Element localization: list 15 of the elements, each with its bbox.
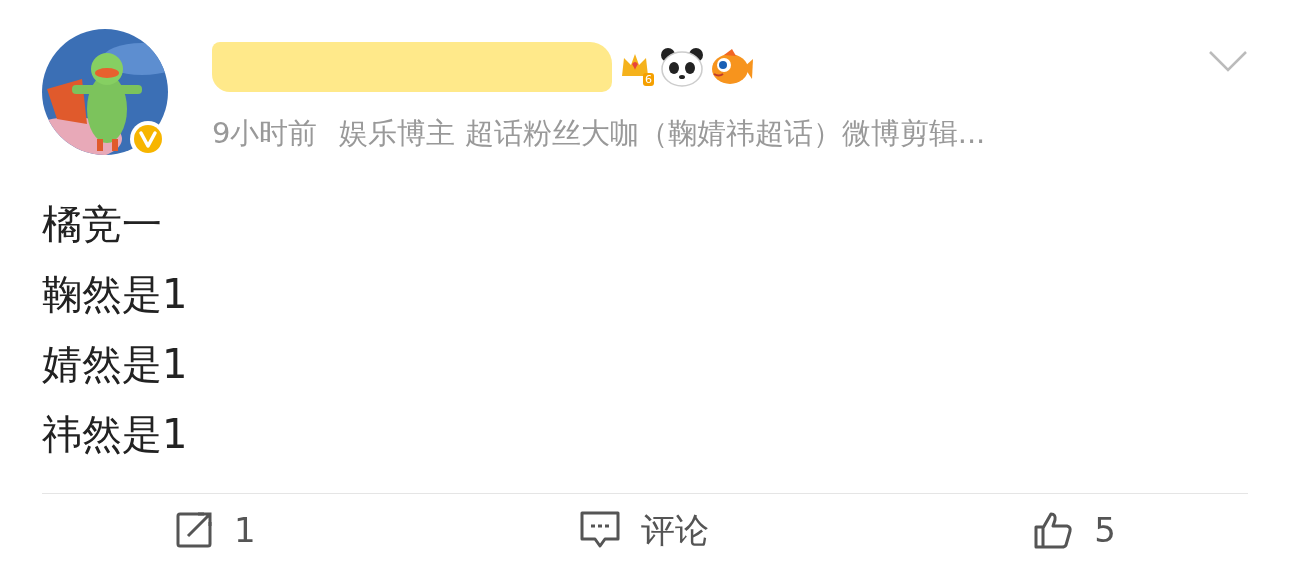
- share-icon: [174, 510, 214, 550]
- thumbs-up-icon: [1032, 510, 1075, 550]
- post-time: 9小时前: [212, 115, 318, 151]
- post-text: 祎然是1: [42, 410, 188, 459]
- post-text: 橘竞一: [42, 200, 162, 249]
- comment-icon: [579, 510, 621, 550]
- like-button[interactable]: 5: [1032, 508, 1116, 552]
- comment-button[interactable]: 评论: [579, 508, 709, 552]
- panda-icon: [660, 47, 704, 87]
- post-text: 婧然是1: [42, 340, 188, 389]
- post-text: 鞠然是1: [42, 270, 188, 319]
- fish-icon: [710, 47, 754, 87]
- author-tags: 娱乐博主 超话粉丝大咖（鞠婧祎超话）微博剪辑...: [339, 115, 986, 151]
- crown-badge: 6: [620, 50, 654, 84]
- repost-button[interactable]: 1: [174, 508, 256, 552]
